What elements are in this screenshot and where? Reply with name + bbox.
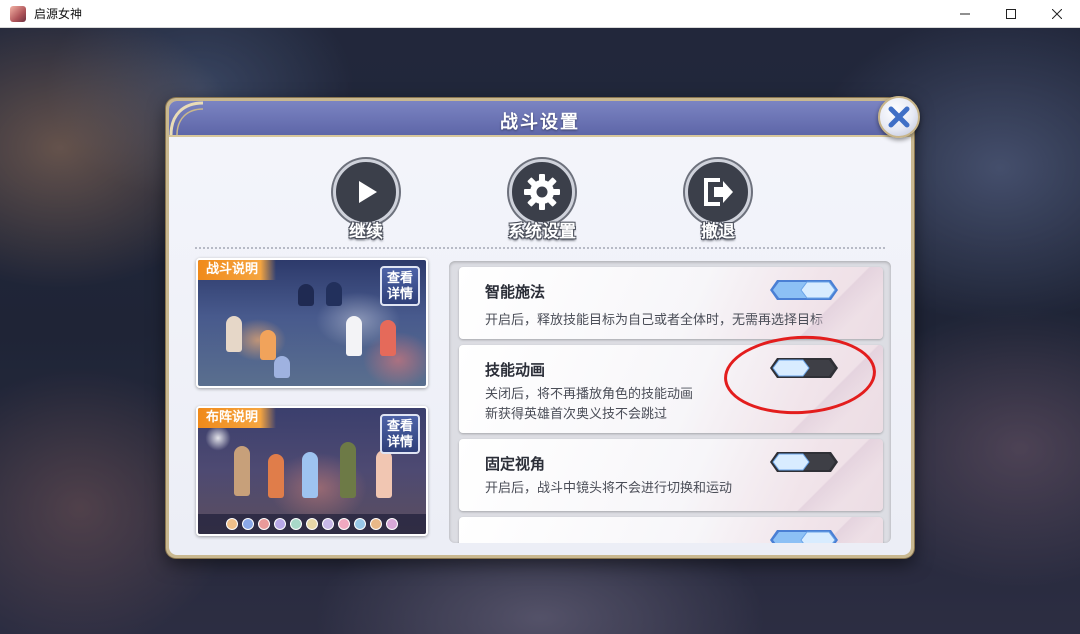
battle-guide-detail-button[interactable]: 查看 详情 (380, 266, 420, 306)
dialog-close-button[interactable] (878, 96, 920, 138)
close-x-icon (888, 106, 910, 128)
setting-description-line-2: 新获得英雄首次奥义技不会跳过 (485, 407, 668, 422)
window-close-button[interactable] (1034, 0, 1080, 28)
exit-icon (704, 178, 733, 206)
formation-roster-bar (198, 514, 426, 534)
app-portrait-icon (10, 5, 26, 22)
setting-fixed-view: 固定视角 开启后，战斗中镜头将不会进行切换和运动 (459, 439, 883, 511)
maximize-icon (1006, 9, 1016, 19)
dotted-divider (195, 247, 885, 249)
battle-guide-card[interactable]: 战斗说明 查看 详情 (196, 258, 428, 388)
smart-cast-toggle[interactable] (769, 279, 839, 301)
hidden-setting-toggle[interactable] (769, 529, 839, 543)
retreat-label: 撤退 (701, 222, 735, 242)
dialog-title: 战斗设置 (500, 112, 580, 133)
continue-button[interactable]: 继续 (311, 159, 421, 242)
window-titlebar: 启源女神 (0, 0, 1080, 28)
maximize-button[interactable] (988, 0, 1034, 28)
continue-circle (333, 159, 399, 225)
formation-guide-card[interactable]: 布阵说明 查看 详情 (196, 406, 428, 536)
battle-guide-tag: 战斗说明 (198, 260, 277, 280)
dialog-header: 战斗设置 (169, 101, 911, 137)
setting-description: 开启后，释放技能目标为自己或者全体时，无需再选择目标 (485, 313, 824, 328)
formation-guide-tag: 布阵说明 (198, 408, 277, 428)
setting-title: 固定视角 (485, 455, 546, 473)
gear-icon (524, 174, 560, 210)
continue-label: 继续 (349, 222, 383, 242)
setting-partially-hidden (459, 517, 883, 543)
fixed-view-toggle[interactable] (769, 451, 839, 473)
setting-title: 技能动画 (485, 361, 546, 379)
retreat-circle (685, 159, 751, 225)
skill-animation-toggle[interactable] (769, 357, 839, 379)
system-settings-circle (509, 159, 575, 225)
window-title: 启源女神 (34, 7, 83, 21)
dialog-body: 战斗设置 继续 系统设置 撤退 战斗说明 查看 详情 布阵说明 查看 详情 智能… (169, 101, 911, 555)
system-settings-label: 系统设置 (508, 222, 576, 242)
retreat-button[interactable]: 撤退 (663, 159, 773, 242)
setting-description-line-1: 关闭后，将不再播放角色的技能动画 (485, 387, 694, 402)
formation-guide-detail-button[interactable]: 查看 详情 (380, 414, 420, 454)
window-controls (942, 0, 1080, 28)
setting-description: 开启后，战斗中镜头将不会进行切换和运动 (485, 481, 733, 496)
minimize-button[interactable] (942, 0, 988, 28)
setting-smart-cast: 智能施法 开启后，释放技能目标为自己或者全体时，无需再选择目标 (459, 267, 883, 339)
battle-settings-dialog: 战斗设置 继续 系统设置 撤退 战斗说明 查看 详情 布阵说明 查看 详情 智能… (166, 98, 914, 558)
close-icon (1052, 9, 1062, 19)
play-icon (359, 181, 377, 203)
minimize-icon (960, 13, 970, 15)
system-settings-button[interactable]: 系统设置 (487, 159, 597, 242)
setting-title: 智能施法 (485, 283, 546, 301)
